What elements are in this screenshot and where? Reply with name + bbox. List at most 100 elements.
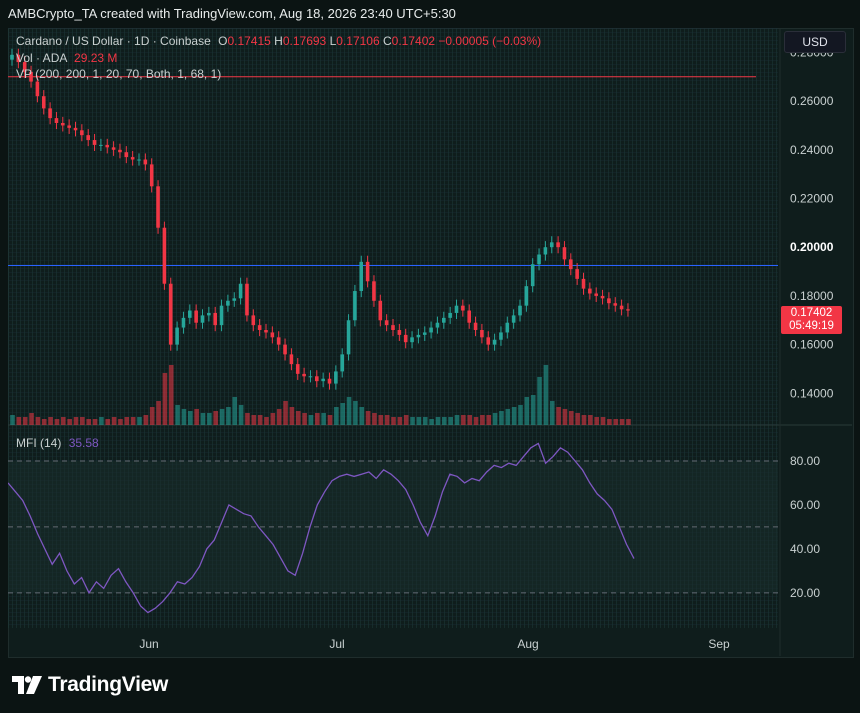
volume-bar: [353, 401, 358, 425]
volume-bar: [499, 411, 504, 425]
volume-bar: [168, 365, 174, 425]
candle-body: [372, 281, 376, 301]
candle-body: [384, 320, 389, 326]
volume-legend: Vol · ADA 29.23 M: [16, 51, 117, 65]
price-axis-tick: 0.24000: [790, 143, 834, 157]
volume-bar: [213, 411, 218, 425]
mfi-pane: 80.00 60.00 40.00 20.00: [8, 442, 820, 614]
candle-body: [588, 288, 592, 294]
candle-body: [499, 332, 503, 340]
candle-body: [99, 144, 103, 146]
volume-bar: [378, 415, 384, 425]
mfi-legend: MFI (14) 35.58: [16, 436, 99, 450]
volume-bar: [80, 417, 85, 425]
volume-bar: [562, 409, 568, 425]
candle-body: [124, 152, 129, 158]
volume-bar: [61, 417, 66, 425]
time-axis: Jun Jul Aug Sep: [139, 637, 730, 651]
volume-bar: [556, 407, 561, 425]
candle-body: [353, 291, 357, 321]
volume-bar: [149, 407, 155, 425]
volume-bar: [226, 407, 231, 425]
volume-bar: [10, 415, 15, 425]
volume-bar: [505, 409, 511, 425]
volume-bar: [467, 415, 472, 425]
tradingview-logo[interactable]: TradingView: [12, 673, 168, 697]
candle-body: [594, 293, 598, 296]
volume-bar: [289, 407, 295, 425]
volume-bar: [257, 415, 263, 425]
candle-body: [569, 259, 573, 270]
candle-body: [149, 164, 154, 187]
volume-bar: [41, 419, 47, 425]
candle-body: [41, 96, 46, 109]
volume-bar: [492, 413, 498, 425]
volume-bar: [435, 417, 441, 425]
candle-body: [219, 305, 224, 326]
candle-body: [80, 130, 84, 136]
symbol-name: Cardano / US Dollar · 1D · Coinbase: [16, 34, 211, 48]
volume-bar: [416, 417, 422, 425]
volume-bar: [422, 417, 428, 425]
volume-bar: [295, 411, 301, 425]
bar-countdown: 05:49:19: [789, 320, 834, 332]
volume-bar: [16, 417, 22, 425]
candle-body: [181, 317, 186, 328]
candle-body: [302, 373, 306, 377]
candle-body: [315, 376, 319, 382]
mfi-value: 35.58: [68, 436, 99, 450]
volume-bar: [143, 415, 149, 425]
volume-bar: [276, 409, 282, 425]
volume-bar: [575, 413, 580, 425]
high-label: H: [274, 34, 283, 48]
volume-label: Vol · ADA: [16, 51, 67, 65]
volume-bar: [73, 417, 79, 425]
chart-canvas[interactable]: 0.280000.260000.240000.220000.200000.180…: [8, 28, 852, 656]
volume-bar: [619, 419, 625, 425]
volume-bar: [245, 413, 250, 425]
candle-body: [480, 330, 484, 338]
candle-body: [530, 264, 535, 287]
volume-bar: [448, 417, 453, 425]
candle-body: [518, 305, 522, 316]
volume-bar: [569, 411, 574, 425]
candle-body: [435, 322, 440, 328]
candle-body: [175, 327, 179, 345]
candle-body: [429, 327, 433, 333]
volume-bar: [175, 405, 180, 425]
candle-body: [86, 135, 90, 141]
price-axis-tick: 0.26000: [790, 94, 834, 108]
candle-body: [397, 330, 402, 335]
candle-body: [473, 322, 478, 331]
candle-body: [35, 81, 40, 97]
volume-bar: [372, 413, 377, 425]
volume-bar: [594, 417, 599, 425]
candle-body: [461, 305, 465, 311]
candle-body: [245, 283, 249, 316]
volume-bar: [588, 415, 593, 425]
candle-body: [626, 309, 630, 311]
candle-body: [143, 159, 148, 165]
volume-bar: [111, 417, 117, 425]
mfi-axis-tick: 20.00: [790, 586, 820, 600]
candle-body: [188, 310, 192, 318]
candle-body: [283, 344, 287, 355]
candle-body: [207, 312, 211, 316]
candle-body: [321, 378, 325, 382]
volume-bar: [537, 377, 542, 425]
tradingview-logo-text: TradingView: [48, 673, 169, 696]
volume-bar: [530, 395, 536, 425]
volume-bar: [200, 413, 206, 425]
mfi-axis-tick: 40.00: [790, 542, 820, 556]
candle-body: [289, 354, 294, 365]
volume-bar: [270, 413, 276, 425]
candle-body: [492, 339, 497, 345]
candle-body: [422, 332, 427, 335]
candle-body: [226, 300, 230, 306]
candle-body: [251, 315, 256, 326]
volume-bar: [105, 419, 111, 425]
currency-button[interactable]: USD: [784, 31, 846, 53]
last-price-tag: 0.17402 05:49:19: [781, 306, 842, 334]
candle-body: [486, 337, 491, 345]
candle-body: [334, 371, 338, 384]
